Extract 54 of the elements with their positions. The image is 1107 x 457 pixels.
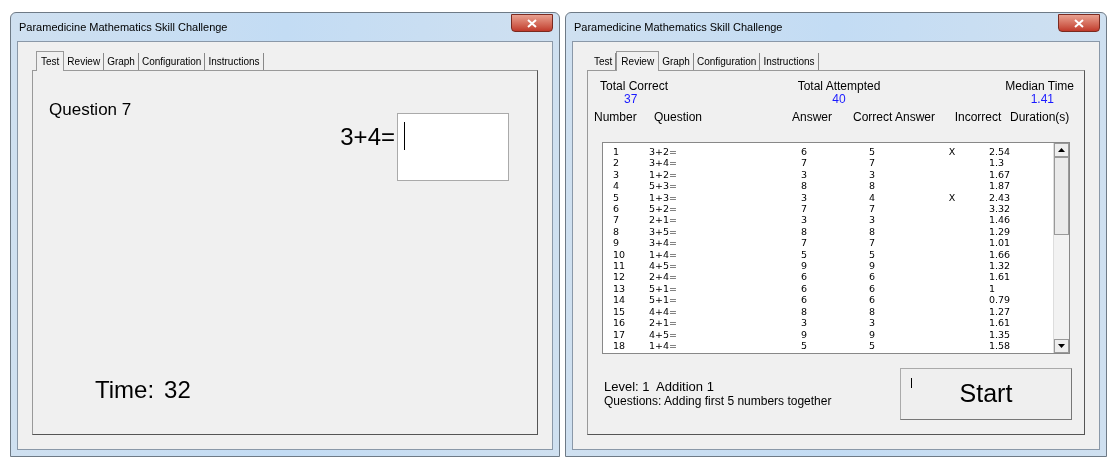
column-header: Answer — [791, 109, 833, 126]
list-row[interactable]: 15 4+4= 8 8 1.27 — [613, 305, 1053, 318]
list-row[interactable]: 11 4+5= 9 9 1.32 — [613, 260, 1053, 272]
column-header: Number — [594, 109, 638, 126]
stat-label: Total Attempted — [797, 79, 881, 93]
stat-label: Total Correct — [600, 79, 670, 93]
level-text: Level: 1 Addition 1 — [604, 380, 715, 394]
stat-value: 40 — [832, 93, 846, 106]
tab[interactable]: Review — [616, 51, 660, 71]
list-row[interactable]: 6 5+2= 7 7 3.32 — [613, 203, 1053, 215]
stat-value: 37 — [623, 93, 639, 106]
list-row[interactable]: 9 3+4= 7 7 1.01 — [613, 237, 1053, 249]
list-row[interactable]: 7 2+1= 3 3 1.46 — [613, 214, 1053, 226]
column-header: Correct Answer — [852, 109, 936, 126]
questions-text: Questions: Adding first 5 numbers together — [604, 394, 833, 408]
list-row[interactable]: 1 3+2= 6 5 X 2.54 — [613, 146, 1053, 158]
list-row[interactable]: 13 5+1= 6 6 1 — [613, 282, 1053, 295]
window-title: Paramedicine Mathematics Skill Challenge — [573, 19, 783, 35]
list-row[interactable]: 8 3+5= 8 8 1.29 — [613, 225, 1053, 238]
question-label: Question 7 — [49, 99, 132, 121]
list-row[interactable]: 14 5+1= 6 6 0.79 — [613, 294, 1053, 306]
list-row[interactable]: 10 1+4= 5 5 1.66 — [613, 248, 1053, 261]
tab[interactable]: Graph — [659, 53, 694, 70]
expression: 3+4= — [340, 122, 395, 152]
scroll-down-icon[interactable] — [1054, 339, 1069, 353]
column-header: Duration(s) — [1010, 109, 1070, 126]
timer-value: 32 — [164, 375, 191, 405]
timer-label: Time: — [95, 375, 155, 405]
close-button[interactable] — [1058, 14, 1100, 32]
list-row[interactable]: 4 5+3= 8 8 1.87 — [613, 180, 1053, 192]
list-row[interactable]: 17 4+5= 9 9 1.35 — [613, 328, 1053, 340]
scroll-up-icon[interactable] — [1054, 143, 1069, 157]
results-list[interactable] — [602, 142, 1070, 354]
tab[interactable]: Graph — [104, 53, 139, 70]
list-row[interactable]: 12 2+4= 6 6 1.61 — [613, 271, 1053, 283]
scrollbar[interactable] — [1053, 143, 1069, 353]
window-title: Paramedicine Mathematics Skill Challenge — [18, 19, 228, 35]
column-header: Incorrect — [953, 109, 1003, 126]
stat-value: 1.41 — [1030, 93, 1055, 106]
column-header: Question — [654, 109, 704, 126]
list-row[interactable]: 3 1+2= 3 3 1.67 — [613, 168, 1053, 181]
close-icon — [527, 18, 537, 28]
list-row[interactable]: 18 1+4= 5 5 1.58 — [613, 339, 1053, 352]
list-row[interactable]: 5 1+3= 3 4 X 2.43 — [613, 191, 1053, 204]
tab[interactable]: Test — [591, 53, 617, 70]
stat-label: Median Time — [1005, 79, 1074, 93]
scroll-thumb[interactable] — [1054, 157, 1069, 235]
list-row[interactable]: 2 3+4= 7 7 1.3 — [613, 157, 1053, 169]
tab[interactable]: Test — [36, 51, 65, 71]
start-button[interactable]: Start — [900, 368, 1072, 420]
close-icon — [1074, 18, 1084, 28]
answer-field[interactable] — [397, 113, 509, 181]
list-row[interactable]: 16 2+1= 3 3 1.61 — [613, 317, 1053, 329]
close-button[interactable] — [511, 14, 553, 32]
